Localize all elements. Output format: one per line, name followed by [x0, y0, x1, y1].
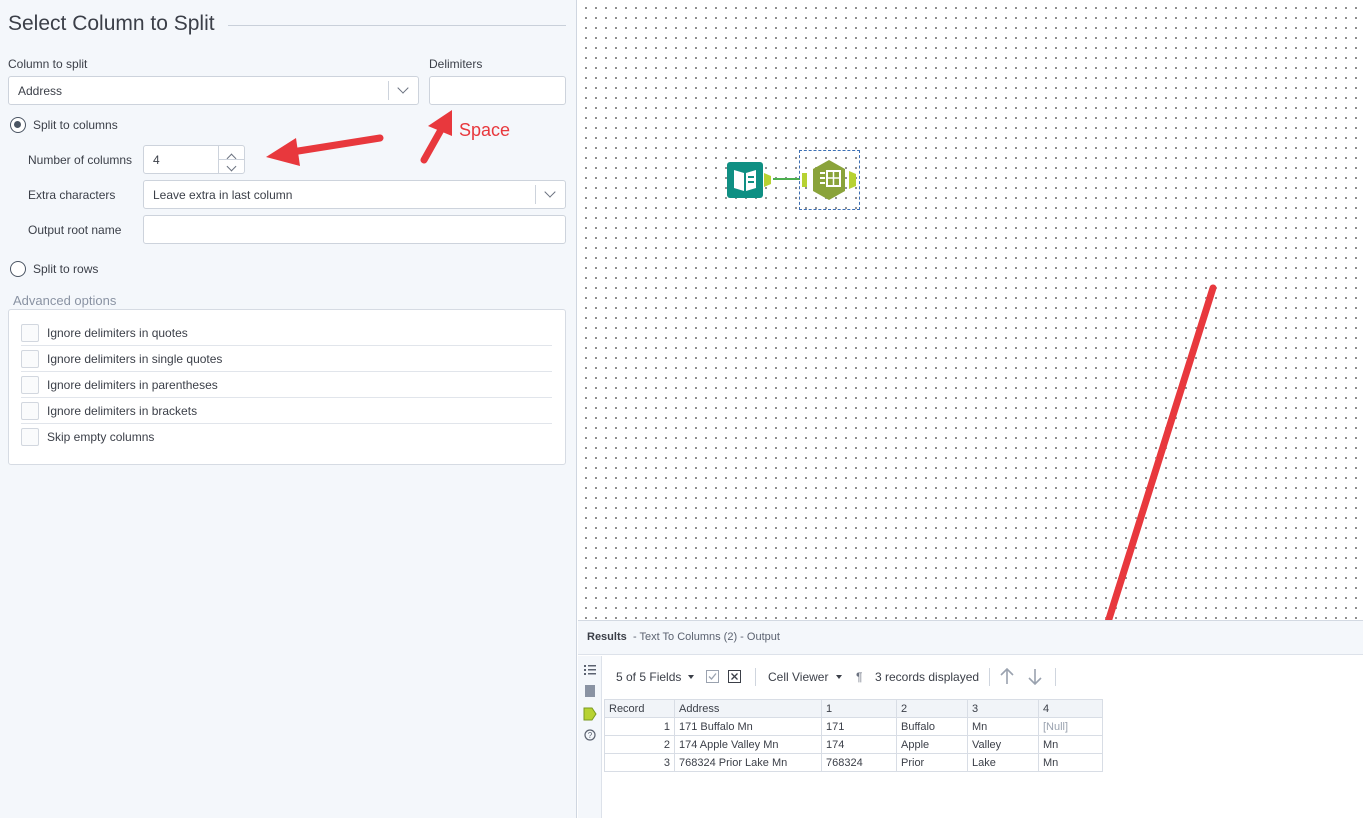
configuration-panel: Select Column to Split Column to split A…: [0, 0, 577, 818]
option-skip-empty-columns[interactable]: Skip empty columns: [21, 424, 552, 450]
text-to-columns-tool[interactable]: [799, 150, 860, 210]
table-row[interactable]: 3 768324 Prior Lake Mn 768324 Prior Lake…: [604, 753, 1103, 772]
results-header: Results - Text To Columns (2) - Output: [578, 621, 1363, 655]
number-of-columns-label: Number of columns: [28, 153, 133, 167]
table-cell[interactable]: 2: [604, 735, 675, 754]
results-sidebar: ?: [578, 656, 602, 818]
column-to-split-label: Column to split: [8, 57, 88, 71]
column-to-split-dropdown[interactable]: Address: [8, 76, 419, 105]
table-cell[interactable]: Mn: [1038, 735, 1103, 754]
cell-viewer-selector[interactable]: Cell Viewer: [768, 670, 828, 684]
list-icon[interactable]: [584, 664, 596, 676]
column-header[interactable]: Record: [604, 699, 675, 718]
text-to-columns-icon: [802, 160, 856, 200]
extra-characters-dropdown[interactable]: Leave extra in last column: [143, 180, 566, 209]
checkbox[interactable]: [21, 428, 39, 446]
results-title: Results: [587, 631, 627, 643]
table-cell[interactable]: 768324 Prior Lake Mn: [674, 753, 822, 772]
chevron-down-icon: [544, 186, 556, 198]
table-cell[interactable]: Lake: [967, 753, 1039, 772]
book-icon: [727, 162, 771, 198]
output-root-name-label: Output root name: [28, 223, 122, 237]
caret-down-icon[interactable]: [836, 675, 842, 679]
split-to-columns-radio[interactable]: [10, 117, 26, 133]
table-cell[interactable]: Prior: [896, 753, 968, 772]
chevron-down-icon[interactable]: [226, 161, 237, 172]
results-subtitle: - Text To Columns (2) - Output: [633, 631, 780, 643]
column-header[interactable]: Address: [674, 699, 822, 718]
results-toolbar: 5 of 5 Fields Cell Viewer ¶ 3 records di…: [602, 656, 1363, 698]
results-table: Record Address 1 2 3 4 1 171 Buffalo Mn …: [604, 699, 1103, 772]
table-cell[interactable]: 171 Buffalo Mn: [674, 717, 822, 736]
table-cell[interactable]: [Null]: [1038, 717, 1103, 736]
table-cell[interactable]: 1: [604, 717, 675, 736]
table-cell[interactable]: 768324: [821, 753, 897, 772]
title-divider: [228, 25, 566, 26]
extra-characters-label: Extra characters: [28, 188, 116, 202]
pilcrow-icon[interactable]: ¶: [856, 670, 862, 684]
workflow-canvas[interactable]: [578, 0, 1363, 670]
table-cell[interactable]: Mn: [1038, 753, 1103, 772]
delimiters-label: Delimiters: [429, 57, 483, 71]
check-all-icon[interactable]: [706, 670, 719, 683]
split-to-columns-label: Split to columns: [33, 118, 118, 132]
option-ignore-brackets[interactable]: Ignore delimiters in brackets: [21, 398, 552, 424]
table-cell[interactable]: Valley: [967, 735, 1039, 754]
table-cell[interactable]: Mn: [967, 717, 1039, 736]
annotation-arrow-icon: [420, 110, 452, 164]
table-row[interactable]: 2 174 Apple Valley Mn 174 Apple Valley M…: [604, 735, 1103, 754]
input-anchor-icon[interactable]: [584, 685, 596, 697]
records-count: 3 records displayed: [875, 670, 980, 684]
output-root-name-input[interactable]: [143, 215, 566, 244]
column-header[interactable]: 2: [896, 699, 968, 718]
table-cell[interactable]: Apple: [896, 735, 968, 754]
advanced-options-title: Advanced options: [13, 293, 117, 308]
checkbox[interactable]: [21, 376, 39, 394]
results-pane: Results - Text To Columns (2) - Output ?…: [578, 620, 1363, 818]
column-header[interactable]: 1: [821, 699, 897, 718]
option-ignore-single-quotes[interactable]: Ignore delimiters in single quotes: [21, 346, 552, 372]
output-anchor-icon[interactable]: [583, 707, 597, 721]
chevron-down-icon: [397, 82, 409, 94]
table-cell[interactable]: 3: [604, 753, 675, 772]
column-header[interactable]: 4: [1038, 699, 1103, 718]
clear-icon[interactable]: [728, 670, 741, 683]
help-icon[interactable]: ?: [584, 729, 596, 741]
split-to-rows-radio[interactable]: [10, 261, 26, 277]
caret-down-icon[interactable]: [688, 675, 694, 679]
checkbox[interactable]: [21, 350, 39, 368]
table-cell[interactable]: Buffalo: [896, 717, 968, 736]
annotation-arrow-icon: [1079, 284, 1217, 670]
table-header-row: Record Address 1 2 3 4: [604, 699, 1103, 718]
connection-line: [773, 178, 800, 180]
annotation-arrow-icon: [266, 134, 384, 166]
number-of-columns-stepper[interactable]: 4: [143, 145, 245, 174]
fields-selector[interactable]: 5 of 5 Fields: [616, 670, 681, 684]
checkbox[interactable]: [21, 324, 39, 342]
delimiters-input[interactable]: [429, 76, 566, 105]
arrow-up-icon[interactable]: [999, 668, 1015, 685]
split-to-rows-label: Split to rows: [33, 262, 99, 276]
stepper-buttons[interactable]: [218, 146, 244, 174]
input-data-tool[interactable]: [726, 160, 774, 203]
option-ignore-quotes[interactable]: Ignore delimiters in quotes: [21, 320, 552, 346]
table-cell[interactable]: 174: [821, 735, 897, 754]
option-ignore-parentheses[interactable]: Ignore delimiters in parentheses: [21, 372, 552, 398]
column-header[interactable]: 3: [967, 699, 1039, 718]
table-cell[interactable]: 174 Apple Valley Mn: [674, 735, 822, 754]
arrow-down-icon[interactable]: [1027, 668, 1043, 685]
annotation-space-label: Space: [459, 120, 511, 140]
panel-title: Select Column to Split: [8, 12, 215, 35]
column-to-split-value: Address: [18, 83, 63, 98]
checkbox[interactable]: [21, 402, 39, 420]
advanced-options-box: Ignore delimiters in quotes Ignore delim…: [8, 309, 566, 465]
table-cell[interactable]: 171: [821, 717, 897, 736]
table-row[interactable]: 1 171 Buffalo Mn 171 Buffalo Mn [Null]: [604, 717, 1103, 736]
svg-text:?: ?: [588, 731, 593, 740]
